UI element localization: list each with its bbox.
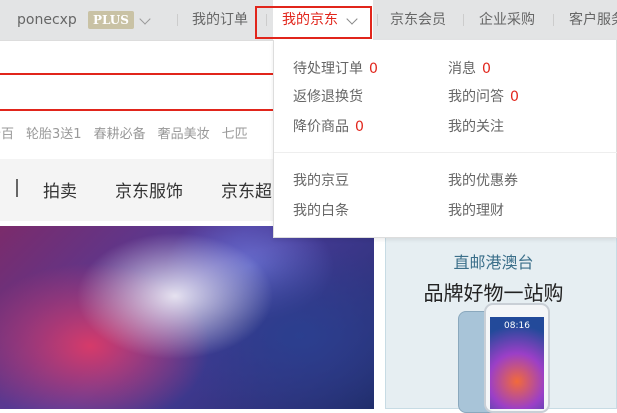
search-input[interactable] <box>0 73 286 111</box>
hot-link[interactable]: 秒百 <box>0 127 14 142</box>
count-badge: 0 <box>355 119 364 135</box>
hot-link[interactable]: 轮胎3送1 <box>26 127 82 142</box>
dropdown-item-my-qa[interactable]: 我的问答 0 <box>448 88 519 106</box>
plus-badge[interactable]: PLUS <box>88 11 134 29</box>
hot-search-links: 秒百轮胎3送1 春耕必备奢品美妆七匹 <box>0 125 260 145</box>
divider <box>463 14 464 26</box>
dropdown-item-label: 我的问答 <box>448 89 504 105</box>
dropdown-item-my-beans[interactable]: 我的京豆 <box>293 172 349 190</box>
dropdown-item-label: 降价商品 <box>293 119 349 135</box>
nav-item-supermarket[interactable]: 京东超 <box>221 177 272 202</box>
enterprise-purchase-link[interactable]: 企业采购 <box>479 0 535 40</box>
dropdown-item-my-finance[interactable]: 我的理财 <box>448 202 504 220</box>
my-orders-link[interactable]: 我的订单 <box>192 0 248 40</box>
divider <box>274 152 617 153</box>
dropdown-item-my-baitiao[interactable]: 我的白条 <box>293 202 349 220</box>
nav-item-fashion[interactable]: 京东服饰 <box>115 177 183 202</box>
dropdown-item-my-coupons[interactable]: 我的优惠券 <box>448 172 518 190</box>
count-badge: 0 <box>510 89 519 105</box>
dropdown-item-returns[interactable]: 返修退换货 <box>293 88 363 106</box>
divider <box>177 14 178 26</box>
hero-banner[interactable] <box>0 226 374 409</box>
jd-member-link[interactable]: 京东会员 <box>390 0 446 40</box>
customer-service-link[interactable]: 客户服务 <box>569 0 617 40</box>
hot-link[interactable]: 春耕必备 <box>94 127 146 142</box>
chevron-down-icon[interactable] <box>139 13 151 25</box>
my-jd-link[interactable]: 我的京东 <box>282 0 338 40</box>
dropdown-item-pending-orders[interactable]: 待处理订单 0 <box>293 60 378 78</box>
divider <box>266 14 267 26</box>
dropdown-item-price-drop[interactable]: 降价商品 0 <box>293 118 364 136</box>
my-jd-dropdown: 待处理订单 0 消息 0 返修退换货 我的问答 0 降价商品 0 我的关注 我的京豆 我… <box>273 40 617 238</box>
promo-banner[interactable]: 直邮港澳台 品牌好物一站购 08:16 <box>385 232 617 413</box>
count-badge: 0 <box>369 61 378 77</box>
username-link[interactable]: ponecxp <box>17 0 77 40</box>
divider <box>377 14 378 26</box>
hot-link[interactable]: 奢品美妆 <box>158 127 210 142</box>
promo-title: 品牌好物一站购 <box>423 281 564 305</box>
dropdown-item-my-follows[interactable]: 我的关注 <box>448 118 504 136</box>
divider <box>553 14 554 26</box>
dropdown-item-label: 待处理订单 <box>293 61 363 77</box>
dropdown-item-label: 消息 <box>448 61 476 77</box>
hot-link[interactable]: 七匹 <box>222 127 248 142</box>
count-badge: 0 <box>482 61 491 77</box>
nav-item-auction[interactable]: 拍卖 <box>43 177 77 202</box>
promo-subtitle: 直邮港澳台 <box>453 253 534 272</box>
phone-time: 08:16 <box>504 321 530 331</box>
phone-screen: 08:16 <box>490 317 544 409</box>
dropdown-item-messages[interactable]: 消息 0 <box>448 60 491 78</box>
phone-image: 08:16 <box>484 303 550 413</box>
nav-divider <box>16 179 18 197</box>
